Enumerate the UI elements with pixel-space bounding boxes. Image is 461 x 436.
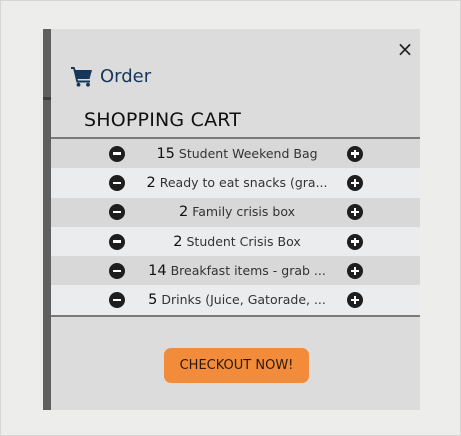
minus-icon xyxy=(113,298,121,302)
increase-qty-button[interactable] xyxy=(347,145,363,162)
order-label: Order xyxy=(100,65,152,87)
panel-edge xyxy=(43,29,51,410)
decrease-qty-button[interactable] xyxy=(109,204,125,221)
decrease-qty-button[interactable] xyxy=(109,233,125,250)
cart-item-text: 15 Student Weekend Bag xyxy=(133,146,341,162)
list-item: 2 Family crisis box xyxy=(51,197,420,227)
panel-edge-notch xyxy=(43,97,51,100)
minus-icon xyxy=(113,211,121,214)
order-heading: Order xyxy=(70,63,151,89)
item-quantity: 14 xyxy=(148,262,167,279)
item-quantity: 2 xyxy=(173,233,183,250)
list-item: 15 Student Weekend Bag xyxy=(51,139,420,169)
item-quantity: 15 xyxy=(156,145,175,162)
minus-icon xyxy=(113,152,121,155)
cart-item-text: 2 Student Crisis Box xyxy=(133,234,341,250)
item-quantity: 5 xyxy=(148,292,158,309)
cart-item-text: 2 Family crisis box xyxy=(133,204,341,220)
close-icon[interactable]: × xyxy=(395,38,415,60)
minus-icon xyxy=(113,240,121,243)
cart-item-text: 2 Ready to eat snacks (gra... xyxy=(133,175,341,191)
list-item: 5 Drinks (Juice, Gatorade, ... xyxy=(51,285,420,315)
cart-item-text: 14 Breakfast items - grab ... xyxy=(133,263,341,279)
item-name: Family crisis box xyxy=(192,204,295,220)
minus-icon xyxy=(113,181,121,185)
checkout-button[interactable]: CHECKOUT NOW! xyxy=(164,348,309,383)
increase-qty-button[interactable] xyxy=(347,262,363,279)
item-name: Breakfast items - grab ... xyxy=(170,262,326,278)
item-name: Student Crisis Box xyxy=(186,233,301,249)
decrease-qty-button[interactable] xyxy=(109,292,125,309)
decrease-qty-button[interactable] xyxy=(109,262,125,279)
increase-qty-button[interactable] xyxy=(347,204,363,221)
cart-list: 15 Student Weekend Bag 2 Ready to eat snac… xyxy=(51,137,420,317)
cart-item-text: 5 Drinks (Juice, Gatorade, ... xyxy=(133,292,341,308)
list-item: 2 Ready to eat snacks (gra... xyxy=(51,168,420,198)
decrease-qty-button[interactable] xyxy=(109,174,125,191)
item-name: Drinks (Juice, Gatorade, ... xyxy=(161,292,326,308)
shopping-cart-icon xyxy=(70,65,94,87)
minus-icon xyxy=(113,269,121,273)
list-item: 14 Breakfast items - grab ... xyxy=(51,256,420,286)
item-name: Student Weekend Bag xyxy=(178,145,318,161)
decrease-qty-button[interactable] xyxy=(109,145,125,162)
list-item: 2 Student Crisis Box xyxy=(51,226,420,257)
item-name: Ready to eat snacks (gra... xyxy=(159,174,328,190)
increase-qty-button[interactable] xyxy=(347,174,363,191)
item-quantity: 2 xyxy=(146,174,156,191)
increase-qty-button[interactable] xyxy=(347,233,363,250)
increase-qty-button[interactable] xyxy=(347,292,363,309)
page-title: SHOPPING CART xyxy=(84,109,242,131)
item-quantity: 2 xyxy=(179,204,189,221)
